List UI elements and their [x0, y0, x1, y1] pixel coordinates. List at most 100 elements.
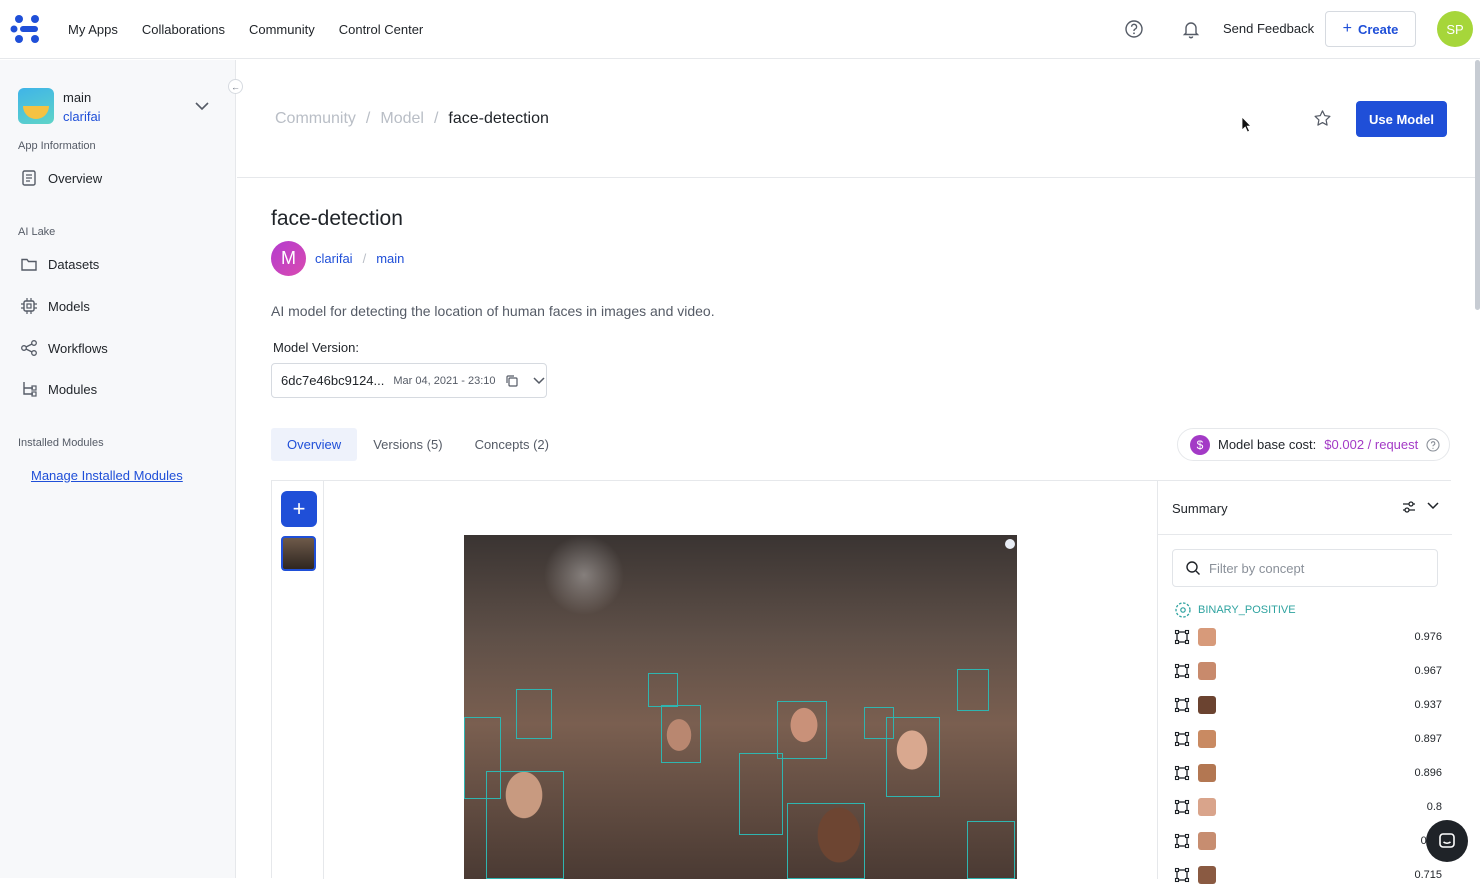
sidebar-item-label: Models — [48, 298, 90, 314]
notification-bell-icon[interactable] — [1181, 19, 1201, 39]
model-version-select[interactable]: 6dc7e46bc9124... Mar 04, 2021 - 23:10 — [271, 363, 547, 398]
face-bounding-box[interactable] — [739, 753, 783, 835]
face-bounding-box[interactable] — [777, 701, 827, 759]
face-crop-thumbnail — [1198, 662, 1216, 680]
sidebar-item-overview[interactable]: Overview — [20, 169, 102, 187]
section-ai-lake: AI Lake — [18, 226, 56, 238]
chevron-down-icon[interactable] — [532, 375, 546, 387]
bounding-box-icon — [1174, 629, 1190, 645]
help-icon[interactable] — [1124, 19, 1144, 39]
region-row[interactable]: 0.897 — [1174, 729, 1442, 749]
sliders-icon[interactable] — [1401, 499, 1417, 515]
face-bounding-box[interactable] — [661, 705, 701, 763]
chevron-down-icon[interactable] — [194, 100, 210, 112]
chevron-down-icon[interactable] — [1426, 500, 1440, 512]
region-row[interactable]: 0.896 — [1174, 763, 1442, 783]
send-feedback-link[interactable]: Send Feedback — [1223, 21, 1314, 36]
use-model-button[interactable]: Use Model — [1356, 101, 1447, 137]
region-row[interactable]: 0.8 — [1174, 797, 1442, 817]
sidebar-item-label: Workflows — [48, 340, 108, 356]
bounding-box-icon — [1174, 663, 1190, 679]
tab-overview[interactable]: Overview — [271, 428, 358, 461]
top-navbar: My Apps Collaborations Community Control… — [0, 0, 1480, 59]
section-app-information: App Information — [18, 140, 96, 152]
manage-installed-modules-link[interactable]: Manage Installed Modules — [31, 468, 183, 483]
sidebar-item-workflows[interactable]: Workflows — [20, 339, 108, 357]
face-bounding-box[interactable] — [648, 673, 678, 707]
face-crop-thumbnail — [1198, 866, 1216, 884]
tab-concepts[interactable]: Concepts (2) — [459, 428, 565, 461]
region-confidence: 0.897 — [1414, 733, 1442, 745]
concept-header[interactable]: BINARY_POSITIVE — [1174, 601, 1296, 619]
region-row[interactable]: 0.715 — [1174, 865, 1442, 885]
owner-links: clarifai / main — [315, 251, 404, 266]
nav-collaborations[interactable]: Collaborations — [142, 22, 225, 37]
tab-versions[interactable]: Versions (5) — [357, 428, 458, 461]
filter-concept-field[interactable] — [1172, 549, 1438, 587]
region-confidence: 0.8 — [1426, 801, 1442, 813]
help-icon[interactable] — [1426, 437, 1440, 452]
search-icon — [1186, 561, 1200, 575]
concept-name: BINARY_POSITIVE — [1198, 604, 1296, 616]
star-icon[interactable] — [1313, 109, 1332, 128]
bounding-box-icon — [1174, 765, 1190, 781]
app-owner-link[interactable]: clarifai — [63, 109, 101, 124]
face-bounding-box[interactable] — [486, 771, 564, 879]
concept-icon — [1175, 602, 1191, 618]
chat-support-button[interactable] — [1426, 820, 1468, 862]
input-thumbnail[interactable] — [281, 536, 316, 571]
app-name[interactable]: main — [63, 90, 91, 105]
page-scrollbar[interactable] — [1475, 60, 1480, 310]
chip-icon — [21, 298, 37, 314]
region-confidence: 0.715 — [1414, 869, 1442, 881]
face-crop-thumbnail — [1198, 764, 1216, 782]
add-input-button[interactable]: + — [281, 491, 317, 527]
create-button[interactable]: + Create — [1325, 11, 1416, 47]
owner-separator: / — [362, 251, 367, 266]
region-row[interactable]: 0.937 — [1174, 695, 1442, 715]
model-description: AI model for detecting the location of h… — [271, 303, 715, 319]
clarifai-logo-icon[interactable] — [10, 12, 44, 46]
region-confidence: 0.937 — [1414, 699, 1442, 711]
region-row[interactable]: 0.75 — [1174, 831, 1442, 851]
filter-concept-input[interactable] — [1209, 560, 1429, 576]
owner-link[interactable]: clarifai — [315, 251, 353, 266]
main-nav: My Apps Collaborations Community Control… — [68, 0, 423, 59]
copy-icon[interactable] — [505, 374, 519, 388]
nav-my-apps[interactable]: My Apps — [68, 22, 118, 37]
breadcrumb-community[interactable]: Community — [275, 110, 356, 128]
section-installed-modules: Installed Modules — [18, 437, 104, 449]
face-bounding-box[interactable] — [516, 689, 552, 739]
bounding-box-icon — [1174, 833, 1190, 849]
face-bounding-box[interactable] — [886, 717, 940, 797]
model-cost-badge: $ Model base cost: $0.002 / request — [1177, 428, 1450, 461]
face-bounding-box[interactable] — [787, 803, 865, 879]
breadcrumb-separator: / — [433, 110, 439, 127]
sidebar-item-modules[interactable]: Modules — [20, 380, 97, 398]
breadcrumb-model[interactable]: Model — [380, 110, 424, 128]
region-row[interactable]: 0.967 — [1174, 661, 1442, 681]
sidebar-item-label: Overview — [48, 170, 103, 186]
region-row[interactable]: 0.976 — [1174, 627, 1442, 647]
mouse-cursor-icon — [1241, 116, 1252, 133]
face-crop-thumbnail — [1198, 730, 1216, 748]
version-id: 6dc7e46bc9124... — [281, 373, 385, 388]
bounding-box-icon — [1174, 799, 1190, 815]
face-bounding-box[interactable] — [957, 669, 989, 711]
face-crop-thumbnail — [1198, 696, 1216, 714]
summary-header: Summary — [1158, 481, 1452, 535]
prediction-image[interactable] — [464, 535, 1017, 879]
app-link[interactable]: main — [376, 251, 404, 266]
input-thumbnails: + — [272, 481, 324, 879]
sidebar-item-datasets[interactable]: Datasets — [20, 255, 99, 273]
chat-icon — [1439, 833, 1455, 848]
sidebar-item-models[interactable]: Models — [20, 297, 90, 315]
collapse-sidebar-button[interactable]: ← — [228, 79, 243, 94]
share-nodes-icon — [21, 340, 37, 356]
breadcrumb: Community / Model / face-detection — [275, 110, 549, 128]
user-avatar[interactable]: SP — [1437, 11, 1473, 47]
nav-community[interactable]: Community — [249, 22, 315, 37]
face-bounding-box[interactable] — [967, 821, 1015, 879]
nav-control-center[interactable]: Control Center — [339, 22, 424, 37]
region-confidence: 0.976 — [1414, 631, 1442, 643]
